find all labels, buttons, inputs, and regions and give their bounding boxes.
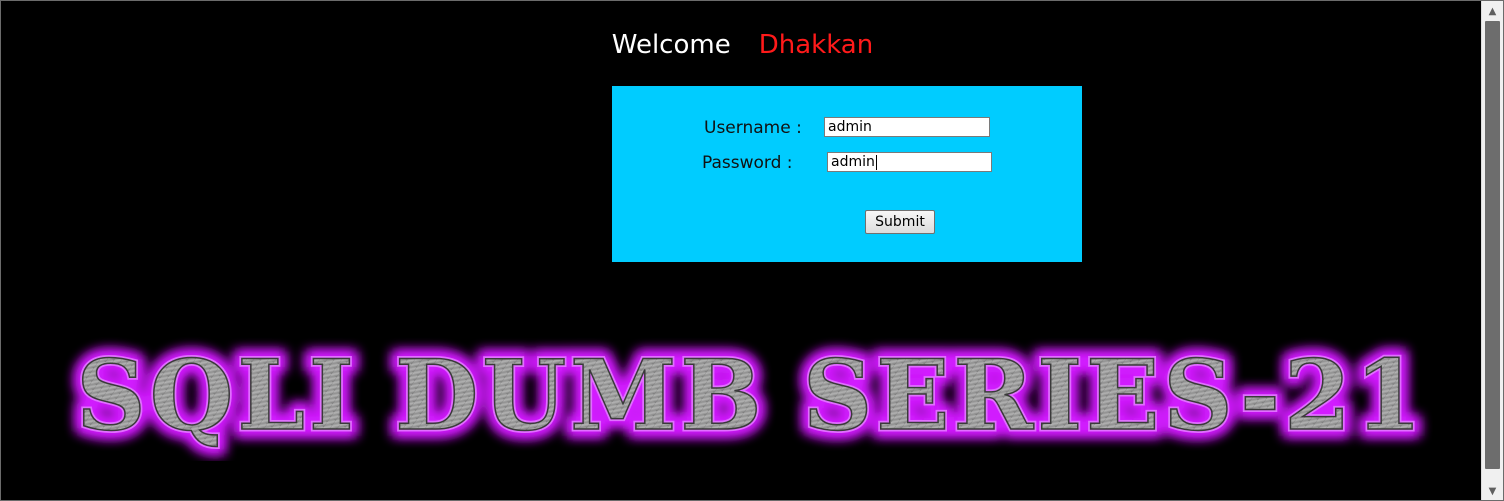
password-input[interactable]: admin — [827, 152, 992, 172]
banner-title: SQLI DUMB SERIES-21 — [76, 339, 1425, 452]
sqli-banner: SQLI DUMB SERIES-21 SQLI DUMB SERIES-21 … — [69, 332, 1428, 459]
scrollbar-thumb[interactable] — [1485, 21, 1500, 469]
username-input[interactable]: admin — [824, 117, 990, 137]
password-label: Password : — [702, 153, 793, 173]
vertical-scrollbar[interactable]: ▲ ▼ — [1481, 1, 1503, 500]
login-form: Username : admin Password : admin Submit — [612, 86, 1082, 262]
username-value: admin — [828, 119, 872, 135]
text-caret — [875, 154, 877, 170]
chevron-down-icon[interactable]: ▼ — [1482, 483, 1503, 500]
password-value: admin — [831, 154, 875, 170]
user-name-text: Dhakkan — [758, 30, 874, 60]
welcome-header: Welcome Dhakkan — [1, 27, 1484, 63]
welcome-text: Welcome — [611, 30, 731, 60]
browser-viewport: Welcome Dhakkan Username : admin Password… — [0, 0, 1504, 501]
submit-button[interactable]: Submit — [865, 210, 935, 234]
chevron-up-icon[interactable]: ▲ — [1482, 3, 1503, 20]
username-label: Username : — [704, 118, 802, 138]
